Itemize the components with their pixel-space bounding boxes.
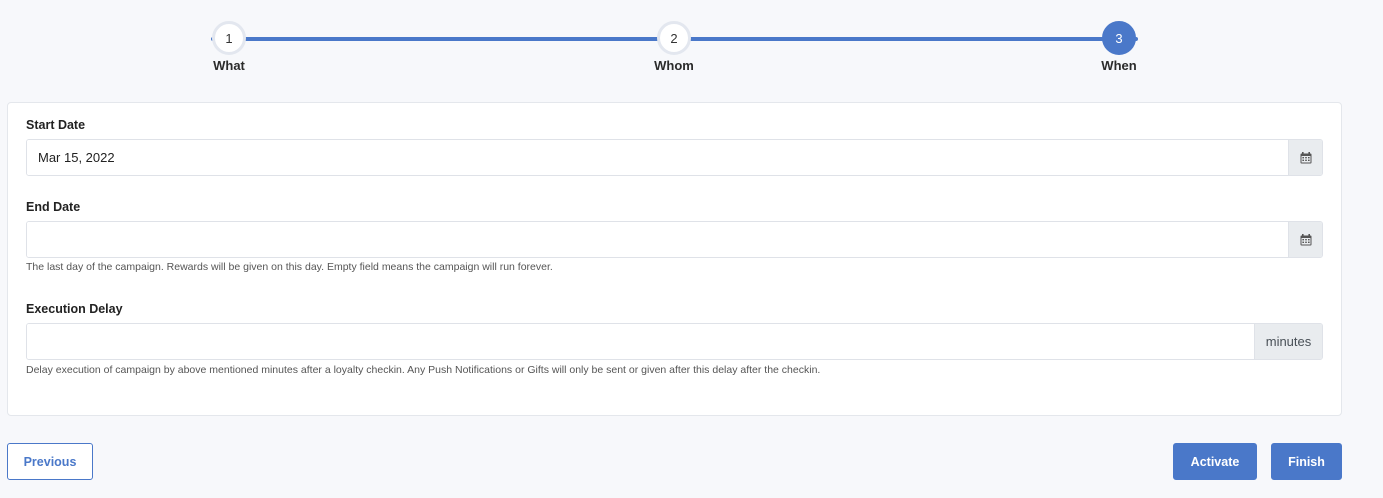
schedule-form-card: Start Date End Date bbox=[7, 102, 1342, 416]
step-3-circle[interactable]: 3 bbox=[1102, 21, 1136, 55]
wizard-stepper: 1 What 2 Whom 3 When bbox=[0, 0, 1383, 90]
start-date-input[interactable] bbox=[27, 140, 1288, 175]
execution-delay-input[interactable] bbox=[27, 324, 1254, 359]
step-2-circle[interactable]: 2 bbox=[657, 21, 691, 55]
end-date-group bbox=[26, 221, 1323, 258]
previous-button[interactable]: Previous bbox=[7, 443, 93, 480]
execution-delay-group: minutes bbox=[26, 323, 1323, 360]
step-3-number: 3 bbox=[1115, 30, 1123, 46]
calendar-icon bbox=[1300, 233, 1311, 245]
execution-delay-help-text: Delay execution of campaign by above men… bbox=[26, 364, 821, 376]
step-1-circle[interactable]: 1 bbox=[212, 21, 246, 55]
step-2-number: 2 bbox=[670, 30, 678, 46]
end-date-help-text: The last day of the campaign. Rewards wi… bbox=[26, 261, 553, 273]
end-date-input[interactable] bbox=[27, 222, 1288, 257]
step-3-label[interactable]: When bbox=[1079, 58, 1159, 73]
step-2-label[interactable]: Whom bbox=[634, 58, 714, 73]
step-1-number: 1 bbox=[225, 30, 233, 46]
start-date-group bbox=[26, 139, 1323, 176]
execution-delay-label: Execution Delay bbox=[26, 302, 123, 316]
activate-button[interactable]: Activate bbox=[1173, 443, 1257, 480]
start-date-calendar-button[interactable] bbox=[1288, 140, 1322, 175]
step-1-label[interactable]: What bbox=[189, 58, 269, 73]
minutes-addon: minutes bbox=[1254, 324, 1322, 359]
calendar-icon bbox=[1300, 151, 1311, 163]
finish-button[interactable]: Finish bbox=[1271, 443, 1342, 480]
end-date-calendar-button[interactable] bbox=[1288, 222, 1322, 257]
end-date-label: End Date bbox=[26, 200, 81, 214]
start-date-label: Start Date bbox=[26, 118, 86, 132]
